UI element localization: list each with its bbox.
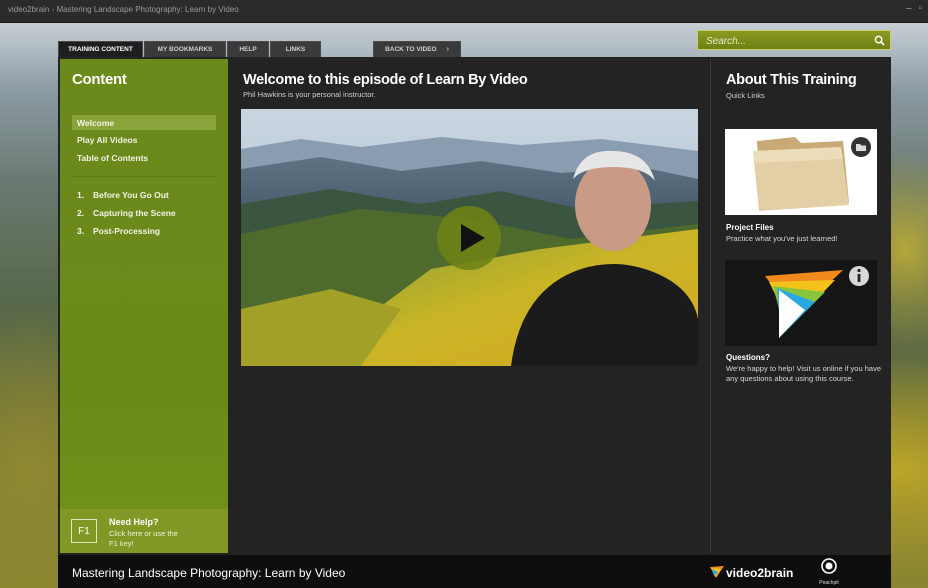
project-files-title: Project Files	[726, 223, 774, 232]
chapter-item-3[interactable]: 3. Post-Processing	[77, 226, 160, 236]
video2brain-logo-icon	[710, 566, 724, 578]
tab-label: Help	[239, 46, 257, 53]
tab-label: My Bookmarks	[157, 46, 213, 53]
tab-links[interactable]: Links	[270, 41, 321, 57]
chapter-number: 2.	[77, 208, 85, 218]
questions-title: Questions?	[726, 353, 771, 362]
folder-icon	[753, 137, 871, 211]
project-files-text: Practice what you've just learned!	[726, 234, 838, 243]
quick-links-label: Quick Links	[726, 91, 765, 100]
window-controls[interactable]: – ▫	[906, 3, 924, 14]
tab-training-content[interactable]: Training Content	[58, 41, 143, 57]
sidebar-item-label: Table of Contents	[77, 152, 149, 163]
brand-name: video2brain	[726, 566, 794, 580]
back-to-video-label: Back to Video	[385, 46, 437, 53]
column-divider	[710, 59, 711, 553]
chapter-label: Post-Processing	[93, 226, 161, 236]
chapter-label: Before You Go Out	[93, 190, 169, 200]
chapter-item-1[interactable]: 1. Before You Go Out	[77, 190, 169, 200]
questions-text: We're happy to help! Visit us online if …	[726, 364, 881, 383]
search-icon[interactable]	[874, 35, 885, 46]
help-button[interactable]: F1 Need Help? Click here or use the F1 k…	[60, 509, 228, 553]
sidebar-item-play-all-videos[interactable]: Play All Videos	[72, 132, 216, 147]
page-subtitle: Phil Hawkins is your personal instructor…	[243, 90, 376, 99]
footer-bar: Mastering Landscape Photography: Learn b…	[58, 555, 891, 588]
peachpit-logo: Peachpit	[814, 558, 844, 586]
footer-course-title: Mastering Landscape Photography: Learn b…	[72, 566, 346, 580]
back-to-video-button[interactable]: Back to Video ›	[373, 41, 461, 57]
tab-label: Links	[285, 46, 306, 53]
sidebar-item-label: Play All Videos	[77, 134, 138, 145]
tab-label: Training Content	[68, 46, 133, 53]
search-input[interactable]	[704, 33, 868, 49]
sidebar-item-table-of-contents[interactable]: Table of Contents	[72, 150, 216, 165]
video-player[interactable]	[241, 109, 698, 366]
video2brain-logo-icon	[725, 260, 877, 346]
sidebar-item-welcome[interactable]: Welcome	[72, 115, 216, 130]
play-button[interactable]	[437, 206, 501, 270]
help-title: Need Help?	[109, 517, 159, 527]
sidebar-heading: Content	[72, 71, 127, 88]
window-title: video2brain - Mastering Landscape Photog…	[8, 5, 239, 14]
sidebar-divider	[72, 176, 216, 177]
project-files-card[interactable]	[725, 129, 877, 215]
chapter-number: 3.	[77, 226, 85, 236]
peachpit-icon	[821, 558, 837, 574]
publisher-name: Peachpit	[819, 580, 839, 586]
help-text: Click here or use the F1 key!	[109, 529, 178, 548]
window-titlebar: video2brain - Mastering Landscape Photog…	[0, 0, 928, 23]
questions-card[interactable]	[725, 260, 877, 346]
f1-key-icon: F1	[71, 519, 97, 543]
chapter-item-2[interactable]: 2. Capturing the Scene	[77, 208, 176, 218]
chapter-number: 1.	[77, 190, 85, 200]
tab-my-bookmarks[interactable]: My Bookmarks	[144, 41, 226, 57]
about-training-heading: About This Training	[726, 72, 857, 88]
chevron-right-icon: ›	[446, 46, 449, 53]
sidebar-item-label: Welcome	[77, 117, 115, 128]
chapter-label: Capturing the Scene	[93, 208, 176, 218]
content-sidebar: Content Welcome Play All Videos Table of…	[60, 59, 228, 553]
search-box[interactable]	[697, 30, 891, 50]
page-title: Welcome to this episode of Learn By Vide…	[243, 72, 528, 88]
tab-help[interactable]: Help	[227, 41, 269, 57]
